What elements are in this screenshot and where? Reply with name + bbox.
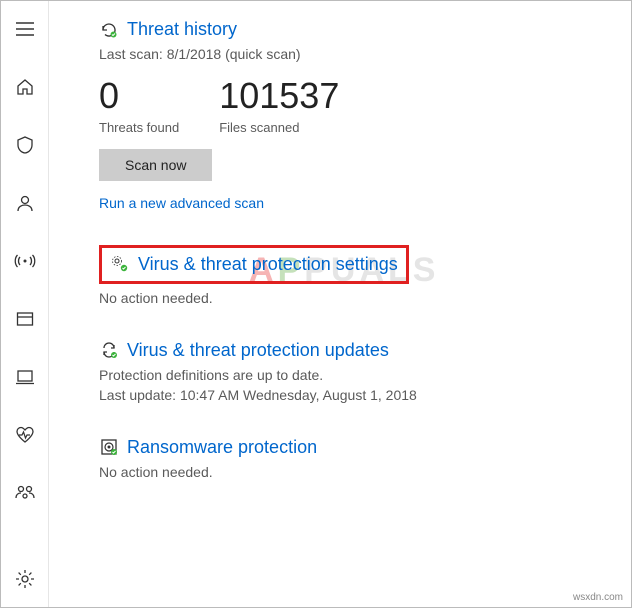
sidebar-item-device-security[interactable] (5, 357, 45, 397)
settings-button[interactable] (5, 559, 45, 599)
shield-icon (15, 135, 35, 155)
protection-settings-section: Virus & threat protection settings No ac… (99, 245, 611, 306)
threats-found-stat: 0 Threats found (99, 76, 179, 135)
home-icon (15, 77, 35, 97)
last-scan-text: Last scan: 8/1/2018 (quick scan) (99, 46, 611, 62)
ransomware-icon (99, 437, 119, 457)
files-scanned-value: 101537 (219, 76, 339, 116)
threats-found-label: Threats found (99, 120, 179, 135)
protection-settings-status: No action needed. (99, 290, 611, 306)
highlight-box: Virus & threat protection settings (99, 245, 409, 284)
sidebar (1, 1, 49, 607)
device-icon (15, 367, 35, 387)
files-scanned-label: Files scanned (219, 120, 339, 135)
history-icon (99, 20, 119, 40)
family-icon (14, 483, 36, 503)
sidebar-item-app-browser[interactable] (5, 299, 45, 339)
threat-history-title[interactable]: Threat history (127, 19, 237, 40)
advanced-scan-link[interactable]: Run a new advanced scan (99, 195, 611, 211)
window-icon (15, 309, 35, 329)
sidebar-item-home[interactable] (5, 67, 45, 107)
sidebar-item-family-options[interactable] (5, 473, 45, 513)
files-scanned-stat: 101537 Files scanned (219, 76, 339, 135)
wifi-icon (14, 251, 36, 271)
threat-history-section: Threat history Last scan: 8/1/2018 (quic… (99, 19, 611, 211)
protection-updates-title[interactable]: Virus & threat protection updates (127, 340, 389, 361)
hamburger-icon (16, 22, 34, 36)
protection-settings-title[interactable]: Virus & threat protection settings (138, 254, 398, 275)
settings-gears-icon (110, 254, 130, 274)
ransomware-section: Ransomware protection No action needed. (99, 437, 611, 480)
updates-icon (99, 340, 119, 360)
attribution-text: wsxdn.com (573, 592, 623, 603)
sidebar-item-device-performance[interactable] (5, 415, 45, 455)
heart-icon (15, 425, 35, 445)
gear-icon (15, 569, 35, 589)
ransomware-status: No action needed. (99, 464, 611, 480)
scan-now-button[interactable]: Scan now (99, 149, 212, 181)
sidebar-item-account-protection[interactable] (5, 183, 45, 223)
protection-updates-last: Last update: 10:47 AM Wednesday, August … (99, 387, 611, 403)
protection-updates-status: Protection definitions are up to date. (99, 367, 611, 383)
protection-updates-section: Virus & threat protection updates Protec… (99, 340, 611, 403)
hamburger-menu-button[interactable] (5, 9, 45, 49)
sidebar-item-virus-protection[interactable] (5, 125, 45, 165)
person-icon (15, 193, 35, 213)
sidebar-item-firewall[interactable] (5, 241, 45, 281)
ransomware-title[interactable]: Ransomware protection (127, 437, 317, 458)
main-content: APPUALS Threat history Last scan: 8/1/20… (49, 1, 631, 607)
threats-found-value: 0 (99, 76, 179, 116)
